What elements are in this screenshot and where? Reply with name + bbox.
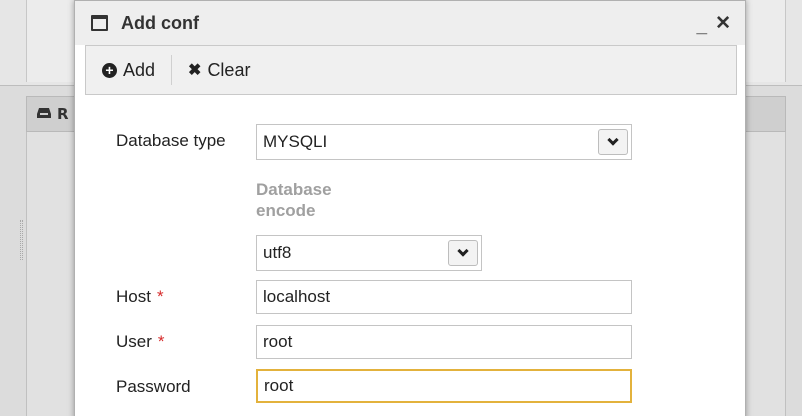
close-icon[interactable]: ✕ — [715, 14, 731, 33]
user-required-mark: * — [157, 332, 165, 351]
background-section-label: R — [57, 105, 69, 123]
splitter-handle[interactable] — [20, 220, 23, 260]
inbox-icon — [37, 105, 51, 123]
plus-circle-icon: + — [102, 62, 117, 78]
db-type-value: MYSQLI — [263, 132, 328, 151]
db-encode-value: utf8 — [263, 243, 292, 262]
user-label-text: User — [116, 332, 152, 351]
host-input[interactable]: localhost — [256, 280, 632, 314]
add-conf-dialog: Add conf _ ✕ + Add ✖ Clear Database type… — [74, 0, 746, 416]
add-button-label: Add — [123, 59, 156, 80]
dialog-titlebar[interactable]: Add conf _ ✕ — [75, 1, 745, 45]
window-icon — [91, 15, 108, 31]
clear-button[interactable]: ✖ Clear — [172, 46, 266, 94]
db-type-dropdown-button[interactable] — [598, 129, 628, 155]
host-label-text: Host — [116, 287, 151, 306]
chevron-down-icon — [607, 134, 619, 146]
dialog-toolbar: + Add ✖ Clear — [85, 45, 737, 95]
host-required-mark: * — [156, 287, 164, 306]
chevron-down-icon — [457, 245, 469, 257]
user-input[interactable]: root — [256, 325, 632, 359]
add-button[interactable]: + Add — [86, 46, 171, 94]
user-label: User * — [116, 332, 165, 352]
minimize-icon[interactable]: _ — [697, 17, 708, 36]
close-x-icon: ✖ — [188, 62, 202, 79]
conf-form: Database type MYSQLI Database encode utf… — [85, 95, 737, 416]
db-encode-dropdown-button[interactable] — [448, 240, 478, 266]
db-encode-label: Database encode — [256, 180, 332, 220]
db-encode-select[interactable]: utf8 — [256, 235, 482, 271]
dialog-title: Add conf — [121, 12, 199, 33]
db-type-select[interactable]: MYSQLI — [256, 124, 632, 160]
password-input[interactable]: root — [256, 369, 632, 403]
password-label: Password — [116, 377, 191, 396]
clear-button-label: Clear — [207, 59, 251, 80]
db-type-label: Database type — [116, 131, 226, 150]
host-label: Host * — [116, 287, 164, 307]
